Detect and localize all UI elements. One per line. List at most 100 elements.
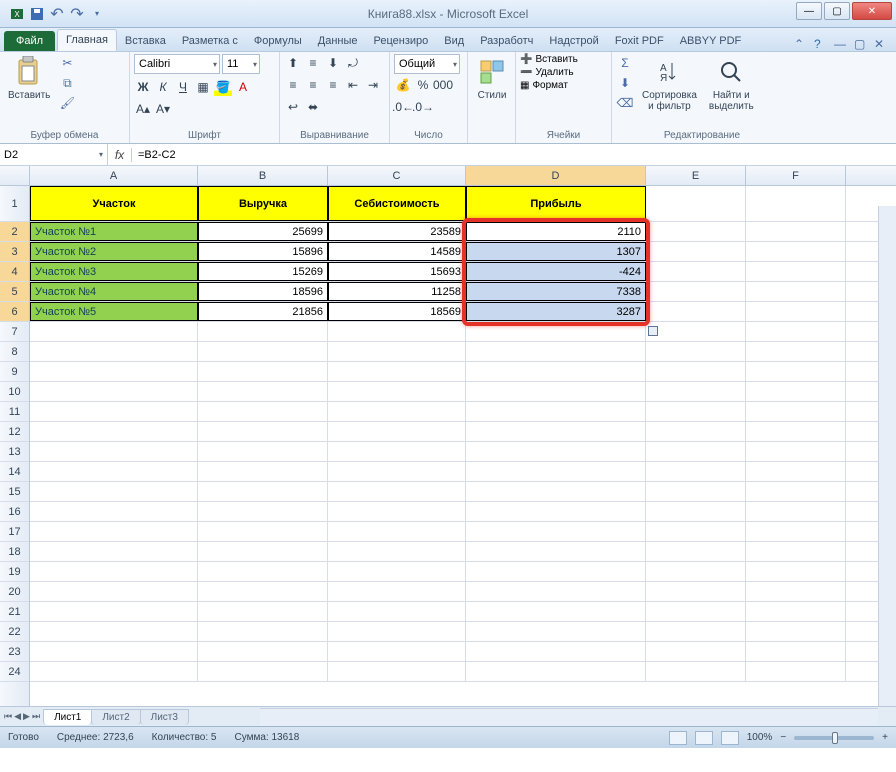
col-header-a[interactable]: A bbox=[30, 166, 198, 185]
doc-restore-icon[interactable]: ▢ bbox=[854, 37, 868, 51]
cell[interactable] bbox=[646, 642, 746, 661]
cell[interactable] bbox=[198, 522, 328, 541]
cell[interactable] bbox=[646, 582, 746, 601]
cell[interactable] bbox=[328, 342, 466, 361]
cell[interactable] bbox=[646, 362, 746, 381]
row-header[interactable]: 2 bbox=[0, 222, 29, 242]
number-format-combo[interactable]: Общий bbox=[394, 54, 460, 74]
help-icon[interactable]: ? bbox=[814, 37, 828, 51]
sheet-tab[interactable]: Лист2 bbox=[91, 709, 140, 725]
row-header[interactable]: 10 bbox=[0, 382, 29, 402]
cell[interactable] bbox=[646, 186, 746, 221]
col-header-b[interactable]: B bbox=[198, 166, 328, 185]
row-header[interactable]: 21 bbox=[0, 602, 29, 622]
tab-review[interactable]: Рецензиро bbox=[366, 31, 437, 51]
wrap-text-icon[interactable]: ↩ bbox=[284, 98, 302, 116]
cell[interactable] bbox=[466, 622, 646, 641]
cell[interactable] bbox=[30, 322, 198, 341]
cell[interactable] bbox=[646, 542, 746, 561]
cell[interactable] bbox=[198, 562, 328, 581]
cells-format-button[interactable]: ▦Формат bbox=[520, 80, 568, 91]
tab-formulas[interactable]: Формулы bbox=[246, 31, 310, 51]
cell[interactable] bbox=[198, 382, 328, 401]
row-header[interactable]: 23 bbox=[0, 642, 29, 662]
cell[interactable] bbox=[646, 462, 746, 481]
align-bottom-icon[interactable]: ⬇ bbox=[324, 54, 342, 72]
bold-button[interactable]: Ж bbox=[134, 78, 152, 96]
cell[interactable] bbox=[746, 582, 846, 601]
cell[interactable]: 18596 bbox=[198, 282, 328, 301]
tab-addins[interactable]: Надстрой bbox=[541, 31, 606, 51]
cell[interactable] bbox=[198, 442, 328, 461]
styles-button[interactable]: Стили bbox=[472, 54, 512, 103]
grow-font-icon[interactable]: A▴ bbox=[134, 100, 152, 118]
row-header[interactable]: 16 bbox=[0, 502, 29, 522]
format-painter-icon[interactable]: 🖌 bbox=[58, 94, 76, 112]
zoom-in-button[interactable]: + bbox=[882, 732, 888, 743]
inc-decimal-icon[interactable]: .0← bbox=[394, 98, 412, 116]
cell[interactable] bbox=[328, 602, 466, 621]
comma-icon[interactable]: 000 bbox=[434, 76, 452, 94]
row-header[interactable]: 13 bbox=[0, 442, 29, 462]
cell[interactable] bbox=[746, 482, 846, 501]
close-button[interactable]: ✕ bbox=[852, 2, 892, 20]
cell[interactable] bbox=[746, 362, 846, 381]
cell[interactable] bbox=[646, 422, 746, 441]
cell[interactable] bbox=[746, 662, 846, 681]
cell[interactable] bbox=[646, 522, 746, 541]
cells-delete-button[interactable]: ➖Удалить bbox=[520, 67, 574, 78]
cell[interactable] bbox=[466, 562, 646, 581]
cell[interactable] bbox=[746, 282, 846, 301]
cell[interactable] bbox=[328, 382, 466, 401]
cell[interactable] bbox=[30, 502, 198, 521]
formula-bar[interactable] bbox=[132, 144, 896, 165]
cell[interactable] bbox=[646, 242, 746, 261]
cell[interactable] bbox=[466, 502, 646, 521]
row-header[interactable]: 11 bbox=[0, 402, 29, 422]
tab-insert[interactable]: Вставка bbox=[117, 31, 174, 51]
horizontal-scrollbar[interactable] bbox=[260, 708, 878, 726]
minimize-ribbon-icon[interactable]: ⌃ bbox=[794, 37, 808, 51]
cell[interactable] bbox=[198, 342, 328, 361]
merge-icon[interactable]: ⬌ bbox=[304, 98, 322, 116]
cell[interactable] bbox=[646, 382, 746, 401]
zoom-out-button[interactable]: − bbox=[780, 732, 786, 743]
cell[interactable] bbox=[466, 662, 646, 681]
cell[interactable]: 18569 bbox=[328, 302, 466, 321]
row-header[interactable]: 1 bbox=[0, 186, 29, 222]
row-header[interactable]: 8 bbox=[0, 342, 29, 362]
row-header[interactable]: 14 bbox=[0, 462, 29, 482]
cell[interactable]: Участок №2 bbox=[30, 242, 198, 261]
cell[interactable]: Участок №1 bbox=[30, 222, 198, 241]
cell[interactable] bbox=[746, 222, 846, 241]
cell[interactable] bbox=[30, 602, 198, 621]
indent-dec-icon[interactable]: ⇤ bbox=[344, 76, 362, 94]
cell[interactable] bbox=[646, 602, 746, 621]
cell[interactable] bbox=[646, 402, 746, 421]
cell[interactable]: 23589 bbox=[328, 222, 466, 241]
paste-button[interactable]: Вставить bbox=[4, 54, 54, 103]
cell[interactable] bbox=[646, 622, 746, 641]
row-header[interactable]: 6 bbox=[0, 302, 29, 322]
cells-insert-button[interactable]: ➕Вставить bbox=[520, 54, 578, 65]
percent-icon[interactable]: % bbox=[414, 76, 432, 94]
cell[interactable]: -424 bbox=[466, 262, 646, 281]
dec-decimal-icon[interactable]: .0→ bbox=[414, 98, 432, 116]
cell[interactable] bbox=[198, 542, 328, 561]
cell[interactable] bbox=[328, 542, 466, 561]
cell[interactable] bbox=[746, 462, 846, 481]
cell[interactable] bbox=[198, 422, 328, 441]
fill-icon[interactable]: ⬇ bbox=[616, 74, 634, 92]
cell[interactable]: 15269 bbox=[198, 262, 328, 281]
cell[interactable]: Выручка bbox=[198, 186, 328, 221]
cell[interactable] bbox=[466, 362, 646, 381]
cell[interactable] bbox=[30, 382, 198, 401]
autosum-icon[interactable]: Σ bbox=[616, 54, 634, 72]
cell[interactable] bbox=[646, 562, 746, 581]
cell[interactable] bbox=[746, 622, 846, 641]
cell[interactable] bbox=[328, 482, 466, 501]
cell[interactable] bbox=[198, 642, 328, 661]
qat-more-icon[interactable]: ▾ bbox=[90, 7, 104, 21]
cell[interactable] bbox=[466, 382, 646, 401]
cell[interactable] bbox=[466, 522, 646, 541]
